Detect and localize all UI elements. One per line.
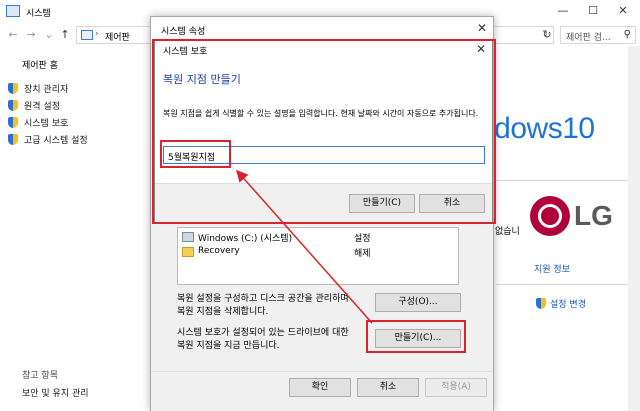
annotation-box — [160, 140, 231, 168]
drive-list[interactable]: Windows (C:) (시스템) 설정 Recovery 해제 — [177, 227, 459, 285]
close-button[interactable]: ✕ — [608, 2, 638, 20]
text-line: 복원 지점을 삭제합니다. — [177, 307, 269, 317]
partial-text: 없습니 — [495, 227, 520, 237]
chevron-down-icon[interactable]: ⌄ — [42, 28, 56, 42]
cancel-button[interactable]: 취소 — [357, 378, 419, 397]
maximize-button[interactable]: ☐ — [578, 2, 608, 20]
list-item[interactable]: Recovery 해제 — [182, 245, 458, 259]
annotation-box — [152, 39, 496, 224]
search-placeholder: 제어판 검... — [566, 33, 611, 43]
search-icon: ⚲ — [623, 29, 631, 40]
folder-icon — [182, 247, 194, 257]
drive-icon — [182, 232, 194, 242]
shield-icon — [536, 298, 546, 309]
dialog-title: 시스템 속성 — [161, 27, 206, 37]
control-panel-icon — [81, 30, 93, 40]
text-line: 시스템 보호가 설정되어 있는 드라이브에 대한 — [177, 328, 349, 338]
configure-description: 복원 설정을 구성하고 디스크 공간을 관리하며 복원 지점을 삭제합니다. — [177, 293, 349, 319]
search-input[interactable]: 제어판 검... ⚲ — [560, 26, 636, 44]
oem-logo-text: LG — [574, 200, 613, 231]
divider — [496, 180, 628, 181]
scrollbar[interactable] — [628, 46, 640, 411]
text-line: 복원 지점을 지금 만듭니다. — [177, 341, 280, 351]
shield-icon — [8, 100, 18, 111]
change-settings-label: 설정 변경 — [550, 300, 586, 310]
apply-button[interactable]: 적용(A) — [425, 378, 487, 397]
sidebar-item-label: 시스템 보호 — [24, 119, 69, 129]
sidebar-home-link[interactable]: 제어판 홈 — [22, 58, 58, 71]
list-item[interactable]: Windows (C:) (시스템) 설정 — [182, 230, 458, 244]
drive-name: Windows (C:) (시스템) — [198, 234, 293, 244]
text-line: 복원 설정을 구성하고 디스크 공간을 관리하며 — [177, 294, 349, 304]
sidebar-item-label: 원격 설정 — [24, 102, 60, 112]
back-arrow-icon[interactable]: ← — [6, 28, 20, 42]
security-maintenance-link[interactable]: 보안 및 유지 관리 — [22, 386, 89, 399]
minimize-button[interactable]: — — [548, 2, 578, 20]
breadcrumb-separator: › — [95, 29, 99, 39]
sidebar-item-label: 장치 관리자 — [24, 85, 69, 95]
breadcrumb-item[interactable]: 제어판 — [105, 30, 130, 43]
annotation-box — [366, 320, 466, 353]
ok-button[interactable]: 확인 — [289, 378, 351, 397]
window-title: 시스템 — [26, 9, 51, 19]
up-arrow-icon[interactable]: ↑ — [58, 28, 72, 42]
drive-state: 설정 — [354, 234, 371, 244]
divider — [496, 284, 628, 285]
support-info-link[interactable]: 지원 정보 — [534, 262, 570, 275]
configure-button[interactable]: 구성(O)... — [375, 293, 461, 312]
dialog-footer: 확인 취소 적용(A) — [151, 371, 493, 411]
sidebar-item-label: 고급 시스템 설정 — [24, 136, 88, 146]
see-also-heading: 참고 항목 — [22, 371, 58, 381]
computer-icon — [6, 5, 20, 17]
create-description: 시스템 보호가 설정되어 있는 드라이브에 대한 복원 지점을 지금 만듭니다. — [177, 327, 349, 353]
drive-state: 해제 — [354, 249, 371, 259]
oem-logo-face — [538, 204, 562, 228]
drive-name: Recovery — [198, 246, 240, 256]
forward-arrow-icon[interactable]: → — [24, 28, 38, 42]
shield-icon — [8, 83, 18, 94]
close-icon[interactable]: ✕ — [477, 21, 487, 35]
refresh-icon[interactable]: ↻ — [540, 28, 554, 42]
shield-icon — [8, 117, 18, 128]
shield-icon — [8, 134, 18, 145]
